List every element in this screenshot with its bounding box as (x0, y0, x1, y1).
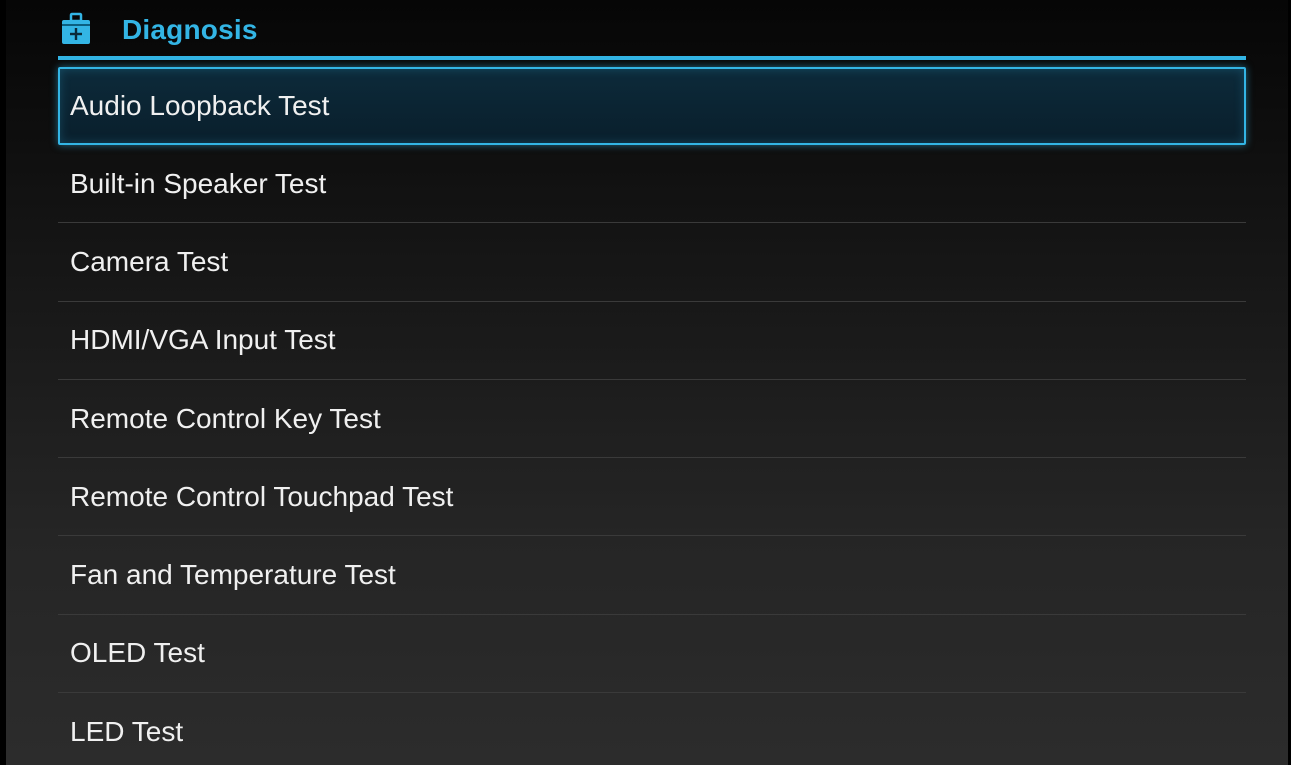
list-item-camera-test[interactable]: Camera Test (58, 223, 1246, 302)
list-item-label: Camera Test (70, 245, 229, 277)
list-item-audio-loopback-test[interactable]: Audio Loopback Test (58, 67, 1246, 145)
list-item-label: Fan and Temperature Test (70, 559, 396, 591)
list-item-oled-test[interactable]: OLED Test (58, 615, 1246, 694)
page-title: Diagnosis (122, 14, 258, 45)
list-item-label: Audio Loopback Test (70, 90, 330, 121)
list-item-remote-control-key-test[interactable]: Remote Control Key Test (58, 380, 1246, 459)
list-item-label: Built-in Speaker Test (70, 167, 327, 199)
list-item-led-test[interactable]: LED Test (58, 693, 1246, 765)
title-bar: Diagnosis (6, 0, 1288, 60)
diagnosis-screen: Diagnosis Audio Loopback Test Built-in S… (6, 0, 1288, 765)
toolbox-icon (61, 12, 91, 46)
list-item-label: Remote Control Touchpad Test (70, 480, 454, 512)
list-item-fan-and-temperature-test[interactable]: Fan and Temperature Test (58, 536, 1246, 615)
list-item-label: HDMI/VGA Input Test (70, 324, 336, 356)
list-item-label: OLED Test (70, 637, 205, 669)
list-item-label: Remote Control Key Test (70, 402, 381, 434)
title-divider (58, 56, 1246, 60)
list-item-built-in-speaker-test[interactable]: Built-in Speaker Test (58, 145, 1246, 224)
list-item-remote-control-touchpad-test[interactable]: Remote Control Touchpad Test (58, 458, 1246, 537)
list-item-hdmi-vga-input-test[interactable]: HDMI/VGA Input Test (58, 302, 1246, 380)
list-item-label: LED Test (70, 716, 184, 748)
diagnosis-test-list: Audio Loopback Test Built-in Speaker Tes… (58, 67, 1246, 765)
